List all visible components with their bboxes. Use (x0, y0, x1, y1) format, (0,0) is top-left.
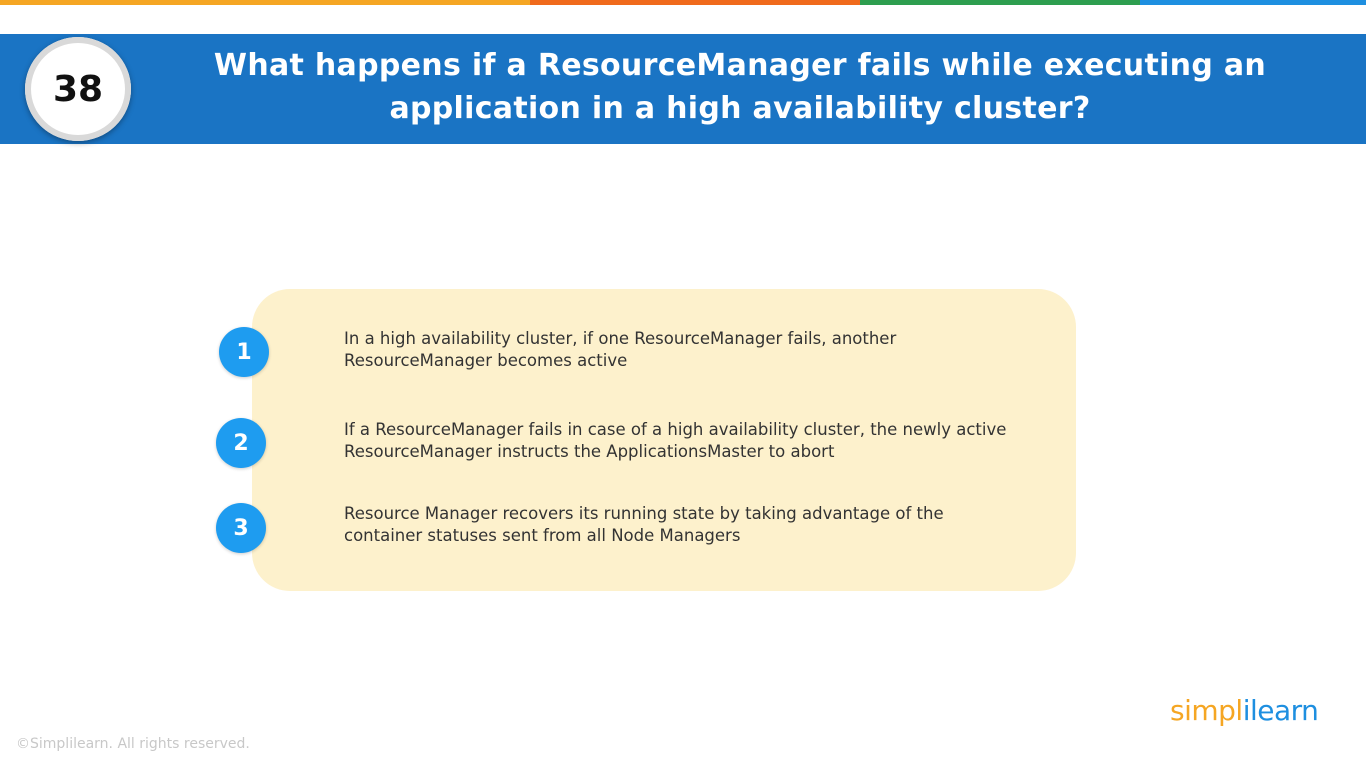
simplilearn-logo: simplilearn (1170, 694, 1319, 727)
strip-segment-blue (1140, 0, 1366, 5)
strip-segment-green (860, 0, 1140, 5)
question-number-badge: 38 (25, 37, 131, 141)
point-text-1: In a high availability cluster, if one R… (344, 329, 897, 370)
point-number-3: 3 (216, 503, 266, 553)
strip-segment-orange (0, 0, 530, 5)
logo-text-part2: ilearn (1242, 694, 1319, 727)
point-number-1: 1 (219, 327, 269, 377)
logo-text-part1: simpl (1170, 694, 1243, 727)
question-title: What happens if a ResourceManager fails … (213, 48, 1267, 126)
strip-segment-red (530, 0, 860, 5)
point-text-2: If a ResourceManager fails in case of a … (344, 420, 1007, 461)
copyright-text: ©Simplilearn. All rights reserved. (16, 736, 250, 752)
slide: 38 What happens if a ResourceManager fai… (0, 0, 1366, 768)
point-text-3: Resource Manager recovers its running st… (344, 504, 944, 545)
point-number-2: 2 (216, 418, 266, 468)
top-color-strip (0, 0, 1366, 5)
